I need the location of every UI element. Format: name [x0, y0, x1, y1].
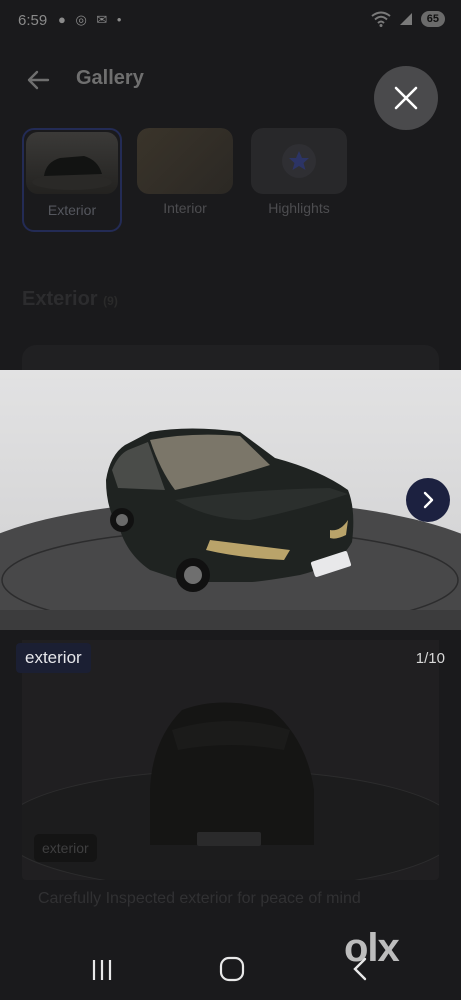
- section-title: Exterior (9): [22, 288, 118, 311]
- page-title: Gallery: [76, 67, 144, 89]
- thumbnail-interior-image: [137, 128, 233, 194]
- star-icon: [282, 144, 316, 178]
- image-caption: exterior: [16, 643, 91, 673]
- gallery-main-image[interactable]: [0, 370, 461, 630]
- car-thumbnail-icon: [32, 156, 112, 190]
- background-card-description: Carefully Inspected exterior for peace o…: [38, 890, 361, 907]
- signal-icon: [399, 13, 412, 25]
- chevron-right-icon: [423, 491, 434, 509]
- car-photo: [0, 370, 461, 630]
- back-button[interactable]: [24, 66, 52, 94]
- next-image-button[interactable]: [406, 478, 450, 522]
- close-button[interactable]: [374, 66, 438, 130]
- close-icon: [394, 86, 418, 110]
- system-nav-bar: [0, 940, 461, 1000]
- recent-apps-icon[interactable]: [90, 958, 114, 982]
- arrow-left-icon: [27, 70, 50, 90]
- thumbnail-exterior-label: Exterior: [47, 202, 97, 218]
- thumbnail-highlights-image: [251, 128, 347, 194]
- section-count: (9): [103, 294, 118, 308]
- notification-icons: ● ◎ ✉ •: [58, 12, 125, 27]
- background-card-tag: exterior: [34, 834, 97, 862]
- thumbnail-highlights-label: Highlights: [268, 200, 330, 216]
- thumbnail-interior[interactable]: Interior: [137, 128, 233, 228]
- home-icon[interactable]: [219, 956, 245, 982]
- battery-indicator: 65: [420, 11, 445, 27]
- section-title-text: Exterior: [22, 288, 98, 310]
- thumbnail-interior-label: Interior: [163, 200, 207, 216]
- thumbnail-highlights[interactable]: Highlights: [251, 128, 347, 228]
- wifi-icon: [371, 11, 391, 27]
- status-bar: 6:59 ● ◎ ✉ • 65: [0, 0, 461, 44]
- status-right: 65: [371, 11, 445, 27]
- thumbnail-exterior[interactable]: Exterior: [22, 128, 122, 232]
- status-time: 6:59: [18, 12, 48, 29]
- back-nav-icon[interactable]: [350, 957, 370, 981]
- image-counter: 1/10: [415, 650, 445, 667]
- thumbnail-exterior-image: [26, 132, 118, 194]
